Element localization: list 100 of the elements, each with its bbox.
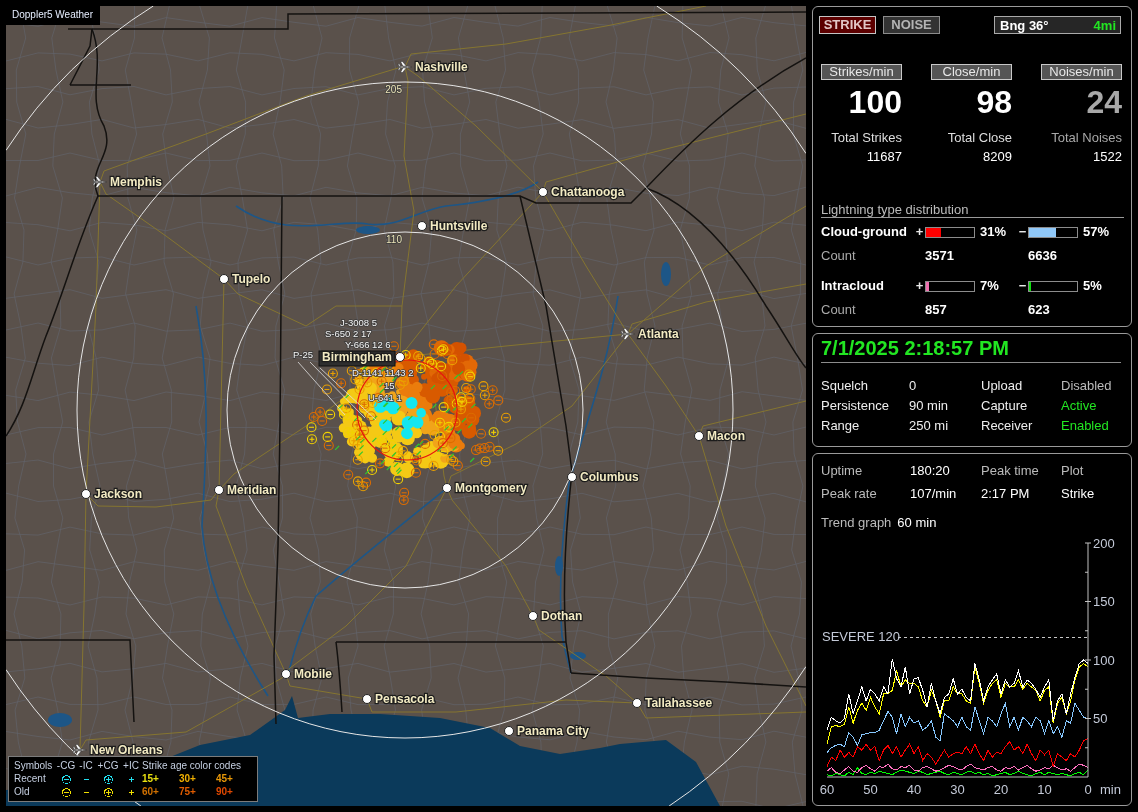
legend-label: -IC xyxy=(79,760,93,772)
total-label: Total Noises xyxy=(1051,130,1122,146)
age-code: 75+ xyxy=(179,786,196,798)
city-dot-icon xyxy=(567,472,577,482)
strike-label: Y-666 12 6 xyxy=(345,339,391,350)
window-title: Doppler5 Weather xyxy=(6,6,100,25)
city-dot-icon xyxy=(219,274,229,284)
strike-label: S-650 2 17 xyxy=(325,328,372,339)
total-label: Total Strikes xyxy=(831,130,902,146)
setting-label: Upload xyxy=(981,377,1023,395)
city-dot-icon xyxy=(442,483,452,493)
legend-label: +CG xyxy=(97,760,119,772)
legend-label: Strike age color codes xyxy=(142,760,241,772)
city-label: Pensacola xyxy=(375,692,435,706)
axis-tick-label: 40 xyxy=(906,782,922,797)
axis-tick-label: 50 xyxy=(863,782,878,797)
polarity-sign: + xyxy=(915,278,924,294)
city-label: New Orleans xyxy=(90,743,163,757)
threshold-label: SEVERE 120 xyxy=(822,629,901,645)
city-label: Huntsville xyxy=(430,219,488,233)
stat-value: 107/min xyxy=(910,485,957,503)
strike-label: P-25 xyxy=(293,349,314,360)
age-code: 90+ xyxy=(216,786,233,798)
city-label: Macon xyxy=(707,429,745,443)
bearing-reading: Bng 36° xyxy=(1000,17,1049,33)
city-label: Tupelo xyxy=(232,272,271,286)
stat-value: 180:20 xyxy=(910,462,950,480)
airplane-icon xyxy=(72,744,87,756)
mode-button[interactable]: STRIKE xyxy=(819,16,876,34)
city-dot-icon xyxy=(504,726,514,736)
polarity-sign: − xyxy=(1018,224,1027,240)
setting-label: Receiver xyxy=(981,417,1033,435)
setting-label: Persistence xyxy=(821,397,889,415)
city-dot-icon xyxy=(362,694,372,704)
range-label: 205 xyxy=(385,84,402,95)
axis-tick-label: 0 xyxy=(1084,782,1092,797)
legend-label: +IC xyxy=(123,760,139,772)
stat-label: Uptime xyxy=(821,462,863,480)
axis-tick-label: 150 xyxy=(1093,594,1115,609)
status-value: Active xyxy=(1061,397,1097,415)
legend-label: Old xyxy=(14,786,30,798)
age-code: 60+ xyxy=(142,786,159,798)
city-dot-icon xyxy=(694,431,704,441)
setting-label: Range xyxy=(821,417,860,435)
axis-title: min xyxy=(1100,782,1121,797)
city-label: Nashville xyxy=(415,60,468,74)
rate-header: Noises/min xyxy=(1041,64,1122,80)
stat-value: 60 min xyxy=(897,514,937,532)
city-label: Birmingham xyxy=(318,350,396,367)
axis-tick-label: 30 xyxy=(950,782,965,797)
percent-value: 7% xyxy=(980,278,999,294)
count-value: 6636 xyxy=(1028,248,1057,264)
range-label: 110 xyxy=(386,234,402,245)
axis-tick-label: 10 xyxy=(1037,782,1052,797)
setting-value: 250 mi xyxy=(909,417,949,435)
city-label: Chattanooga xyxy=(551,185,625,199)
strike-label: D-1141 1143 2 xyxy=(352,367,414,378)
total-value: 8209 xyxy=(983,149,1012,165)
city-label: Tallahassee xyxy=(645,696,713,710)
stat-value: 2:17 PM xyxy=(981,485,1030,503)
count-value: 857 xyxy=(925,302,947,318)
percent-value: 31% xyxy=(980,224,1007,240)
city-label: Memphis xyxy=(110,175,162,189)
city-dot-icon xyxy=(632,698,642,708)
city-dot-icon xyxy=(281,669,291,679)
total-value: 1522 xyxy=(1093,149,1122,165)
city-dot-icon xyxy=(214,485,224,495)
setting-label: Capture xyxy=(981,397,1028,415)
age-code: 30+ xyxy=(179,773,196,785)
count-label: Count xyxy=(821,248,856,264)
legend-label: Symbols xyxy=(14,760,53,772)
polarity-sign: + xyxy=(915,224,924,240)
lightning-type-label: Cloud-ground xyxy=(821,224,907,240)
axis-tick-label: 200 xyxy=(1093,537,1115,551)
section-title: Lightning type distribution xyxy=(821,202,969,217)
strike-label: J-3008 5 xyxy=(340,317,377,328)
city-label: Mobile xyxy=(294,667,332,681)
airplane-icon xyxy=(620,328,635,340)
stat-label: Peak rate xyxy=(821,485,877,503)
strike-label: U-641 1 xyxy=(368,392,402,403)
city-dot-icon xyxy=(395,352,405,362)
city-dot-icon xyxy=(417,221,427,231)
airplane-icon xyxy=(397,61,412,73)
count-label: Count xyxy=(821,302,856,318)
axis-tick-label: 60 xyxy=(819,782,835,797)
mode-button[interactable]: NOISE xyxy=(883,16,940,34)
percent-value: 5% xyxy=(1083,278,1102,294)
axis-tick-label: 20 xyxy=(993,782,1009,797)
city-label: Montgomery xyxy=(455,481,527,495)
status-value: Disabled xyxy=(1061,377,1112,395)
legend-label: Recent xyxy=(14,773,46,785)
city-label: Meridian xyxy=(227,483,277,497)
rate-header: Close/min xyxy=(931,64,1012,80)
distance-reading: 4mi xyxy=(1093,17,1116,33)
count-value: 3571 xyxy=(925,248,954,264)
polarity-sign: − xyxy=(1018,278,1027,294)
count-value: 623 xyxy=(1028,302,1050,318)
axis-tick-label: 50 xyxy=(1093,711,1108,726)
city-label: Jackson xyxy=(94,487,143,501)
city-dot-icon xyxy=(528,611,538,621)
